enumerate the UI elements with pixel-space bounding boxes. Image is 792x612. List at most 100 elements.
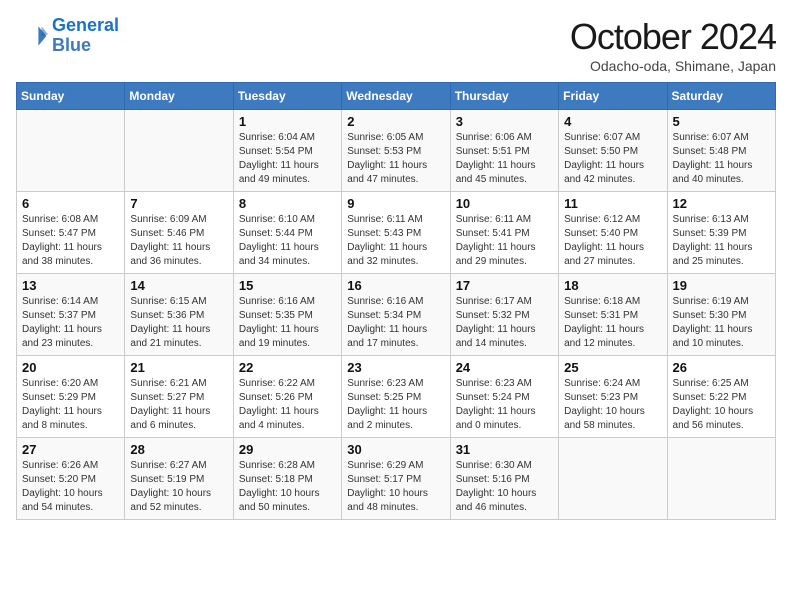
day-of-week-header: Thursday	[450, 83, 558, 110]
day-number: 19	[673, 278, 770, 293]
day-info: Sunrise: 6:13 AM Sunset: 5:39 PM Dayligh…	[673, 213, 770, 269]
calendar-cell: 16 Sunrise: 6:16 AM Sunset: 5:34 PM Dayli…	[342, 274, 450, 356]
day-number: 22	[239, 360, 336, 375]
day-info: Sunrise: 6:24 AM Sunset: 5:23 PM Dayligh…	[564, 377, 661, 433]
day-number: 16	[347, 278, 444, 293]
day-number: 7	[130, 196, 227, 211]
day-number: 18	[564, 278, 661, 293]
day-info: Sunrise: 6:11 AM Sunset: 5:43 PM Dayligh…	[347, 213, 444, 269]
day-number: 26	[673, 360, 770, 375]
calendar-cell: 14Sunrise: 6:15 AM Sunset: 5:36 PM Dayli…	[125, 274, 233, 356]
day-info: Sunrise: 6:11 AM Sunset: 5:41 PM Dayligh…	[456, 213, 553, 269]
day-number: 15	[239, 278, 336, 293]
calendar-cell: 30Sunrise: 6:29 AM Sunset: 5:17 PM Dayli…	[342, 438, 450, 520]
logo: General Blue	[16, 16, 119, 56]
day-number: 20	[22, 360, 119, 375]
day-number: 25	[564, 360, 661, 375]
calendar-cell	[125, 110, 233, 192]
day-info: Sunrise: 6:16 AM Sunset: 5:34 PM Dayligh…	[347, 295, 444, 351]
day-info: Sunrise: 6:08 AM Sunset: 5:47 PM Dayligh…	[22, 213, 119, 269]
calendar-cell: 12 Sunrise: 6:13 AM Sunset: 5:39 PM Dayli…	[667, 192, 775, 274]
day-of-week-header: Sunday	[17, 83, 125, 110]
day-number: 12	[673, 196, 770, 211]
day-info: Sunrise: 6:20 AM Sunset: 5:29 PM Dayligh…	[22, 377, 119, 433]
day-info: Sunrise: 6:23 AM Sunset: 5:24 PM Dayligh…	[456, 377, 553, 433]
calendar-cell: 7 Sunrise: 6:09 AM Sunset: 5:46 PM Daylig…	[125, 192, 233, 274]
calendar-cell: 13 Sunrise: 6:14 AM Sunset: 5:37 PM Dayli…	[17, 274, 125, 356]
calendar-cell: 23 Sunrise: 6:23 AM Sunset: 5:25 PM Dayli…	[342, 356, 450, 438]
calendar-cell	[667, 438, 775, 520]
calendar-cell: 22 Sunrise: 6:22 AM Sunset: 5:26 PM Dayli…	[233, 356, 341, 438]
day-info: Sunrise: 6:06 AM Sunset: 5:51 PM Dayligh…	[456, 131, 553, 187]
day-number: 11	[564, 196, 661, 211]
day-number: 3	[456, 114, 553, 129]
calendar-cell: 31 Sunrise: 6:30 AM Sunset: 5:16 PM Dayli…	[450, 438, 558, 520]
calendar-cell: 28 Sunrise: 6:27 AM Sunset: 5:19 PM Dayli…	[125, 438, 233, 520]
calendar-cell: 4Sunrise: 6:07 AM Sunset: 5:50 PM Daylig…	[559, 110, 667, 192]
day-info: Sunrise: 6:07 AM Sunset: 5:48 PM Dayligh…	[673, 131, 770, 187]
day-info: Sunrise: 6:09 AM Sunset: 5:46 PM Dayligh…	[130, 213, 227, 269]
day-number: 10	[456, 196, 553, 211]
day-info: Sunrise: 6:22 AM Sunset: 5:26 PM Dayligh…	[239, 377, 336, 433]
day-number: 23	[347, 360, 444, 375]
day-info: Sunrise: 6:25 AM Sunset: 5:22 PM Dayligh…	[673, 377, 770, 433]
location-subtitle: Odacho-oda, Shimane, Japan	[570, 58, 776, 74]
calendar-cell: 10 Sunrise: 6:11 AM Sunset: 5:41 PM Dayli…	[450, 192, 558, 274]
calendar-week-row: 1 Sunrise: 6:04 AM Sunset: 5:54 PM Daylig…	[17, 110, 776, 192]
day-of-week-header: Friday	[559, 83, 667, 110]
calendar-cell: 27Sunrise: 6:26 AM Sunset: 5:20 PM Dayli…	[17, 438, 125, 520]
calendar-cell: 17 Sunrise: 6:17 AM Sunset: 5:32 PM Dayli…	[450, 274, 558, 356]
calendar-cell: 5 Sunrise: 6:07 AM Sunset: 5:48 PM Daylig…	[667, 110, 775, 192]
day-number: 28	[130, 442, 227, 457]
calendar-cell	[559, 438, 667, 520]
day-number: 6	[22, 196, 119, 211]
calendar-cell: 8Sunrise: 6:10 AM Sunset: 5:44 PM Daylig…	[233, 192, 341, 274]
day-number: 1	[239, 114, 336, 129]
calendar-cell: 21Sunrise: 6:21 AM Sunset: 5:27 PM Dayli…	[125, 356, 233, 438]
day-number: 2	[347, 114, 444, 129]
day-number: 24	[456, 360, 553, 375]
day-info: Sunrise: 6:28 AM Sunset: 5:18 PM Dayligh…	[239, 459, 336, 515]
day-info: Sunrise: 6:17 AM Sunset: 5:32 PM Dayligh…	[456, 295, 553, 351]
calendar-table: SundayMondayTuesdayWednesdayThursdayFrid…	[16, 82, 776, 520]
calendar-header-row: SundayMondayTuesdayWednesdayThursdayFrid…	[17, 83, 776, 110]
day-number: 29	[239, 442, 336, 457]
calendar-cell: 20 Sunrise: 6:20 AM Sunset: 5:29 PM Dayli…	[17, 356, 125, 438]
calendar-cell: 29 Sunrise: 6:28 AM Sunset: 5:18 PM Dayli…	[233, 438, 341, 520]
calendar-week-row: 27Sunrise: 6:26 AM Sunset: 5:20 PM Dayli…	[17, 438, 776, 520]
day-number: 5	[673, 114, 770, 129]
day-number: 9	[347, 196, 444, 211]
calendar-cell: 25 Sunrise: 6:24 AM Sunset: 5:23 PM Dayli…	[559, 356, 667, 438]
calendar-cell: 6 Sunrise: 6:08 AM Sunset: 5:47 PM Daylig…	[17, 192, 125, 274]
day-info: Sunrise: 6:07 AM Sunset: 5:50 PM Dayligh…	[564, 131, 661, 187]
day-info: Sunrise: 6:18 AM Sunset: 5:31 PM Dayligh…	[564, 295, 661, 351]
day-info: Sunrise: 6:12 AM Sunset: 5:40 PM Dayligh…	[564, 213, 661, 269]
day-number: 13	[22, 278, 119, 293]
calendar-cell: 9 Sunrise: 6:11 AM Sunset: 5:43 PM Daylig…	[342, 192, 450, 274]
day-info: Sunrise: 6:27 AM Sunset: 5:19 PM Dayligh…	[130, 459, 227, 515]
calendar-cell: 1 Sunrise: 6:04 AM Sunset: 5:54 PM Daylig…	[233, 110, 341, 192]
day-info: Sunrise: 6:15 AM Sunset: 5:36 PM Dayligh…	[130, 295, 227, 351]
day-number: 30	[347, 442, 444, 457]
page-header: General Blue October 2024 Odacho-oda, Sh…	[16, 16, 776, 74]
calendar-cell: 3 Sunrise: 6:06 AM Sunset: 5:51 PM Daylig…	[450, 110, 558, 192]
calendar-cell: 11 Sunrise: 6:12 AM Sunset: 5:40 PM Dayli…	[559, 192, 667, 274]
calendar-cell: 26 Sunrise: 6:25 AM Sunset: 5:22 PM Dayli…	[667, 356, 775, 438]
day-info: Sunrise: 6:30 AM Sunset: 5:16 PM Dayligh…	[456, 459, 553, 515]
logo-text: General Blue	[52, 16, 119, 56]
title-section: October 2024 Odacho-oda, Shimane, Japan	[570, 16, 776, 74]
day-number: 31	[456, 442, 553, 457]
logo-icon	[16, 20, 48, 52]
day-info: Sunrise: 6:26 AM Sunset: 5:20 PM Dayligh…	[22, 459, 119, 515]
day-info: Sunrise: 6:19 AM Sunset: 5:30 PM Dayligh…	[673, 295, 770, 351]
day-of-week-header: Tuesday	[233, 83, 341, 110]
day-of-week-header: Wednesday	[342, 83, 450, 110]
day-number: 21	[130, 360, 227, 375]
day-info: Sunrise: 6:04 AM Sunset: 5:54 PM Dayligh…	[239, 131, 336, 187]
calendar-cell: 18 Sunrise: 6:18 AM Sunset: 5:31 PM Dayli…	[559, 274, 667, 356]
day-number: 17	[456, 278, 553, 293]
day-info: Sunrise: 6:23 AM Sunset: 5:25 PM Dayligh…	[347, 377, 444, 433]
calendar-cell: 15Sunrise: 6:16 AM Sunset: 5:35 PM Dayli…	[233, 274, 341, 356]
calendar-week-row: 20 Sunrise: 6:20 AM Sunset: 5:29 PM Dayli…	[17, 356, 776, 438]
day-info: Sunrise: 6:14 AM Sunset: 5:37 PM Dayligh…	[22, 295, 119, 351]
